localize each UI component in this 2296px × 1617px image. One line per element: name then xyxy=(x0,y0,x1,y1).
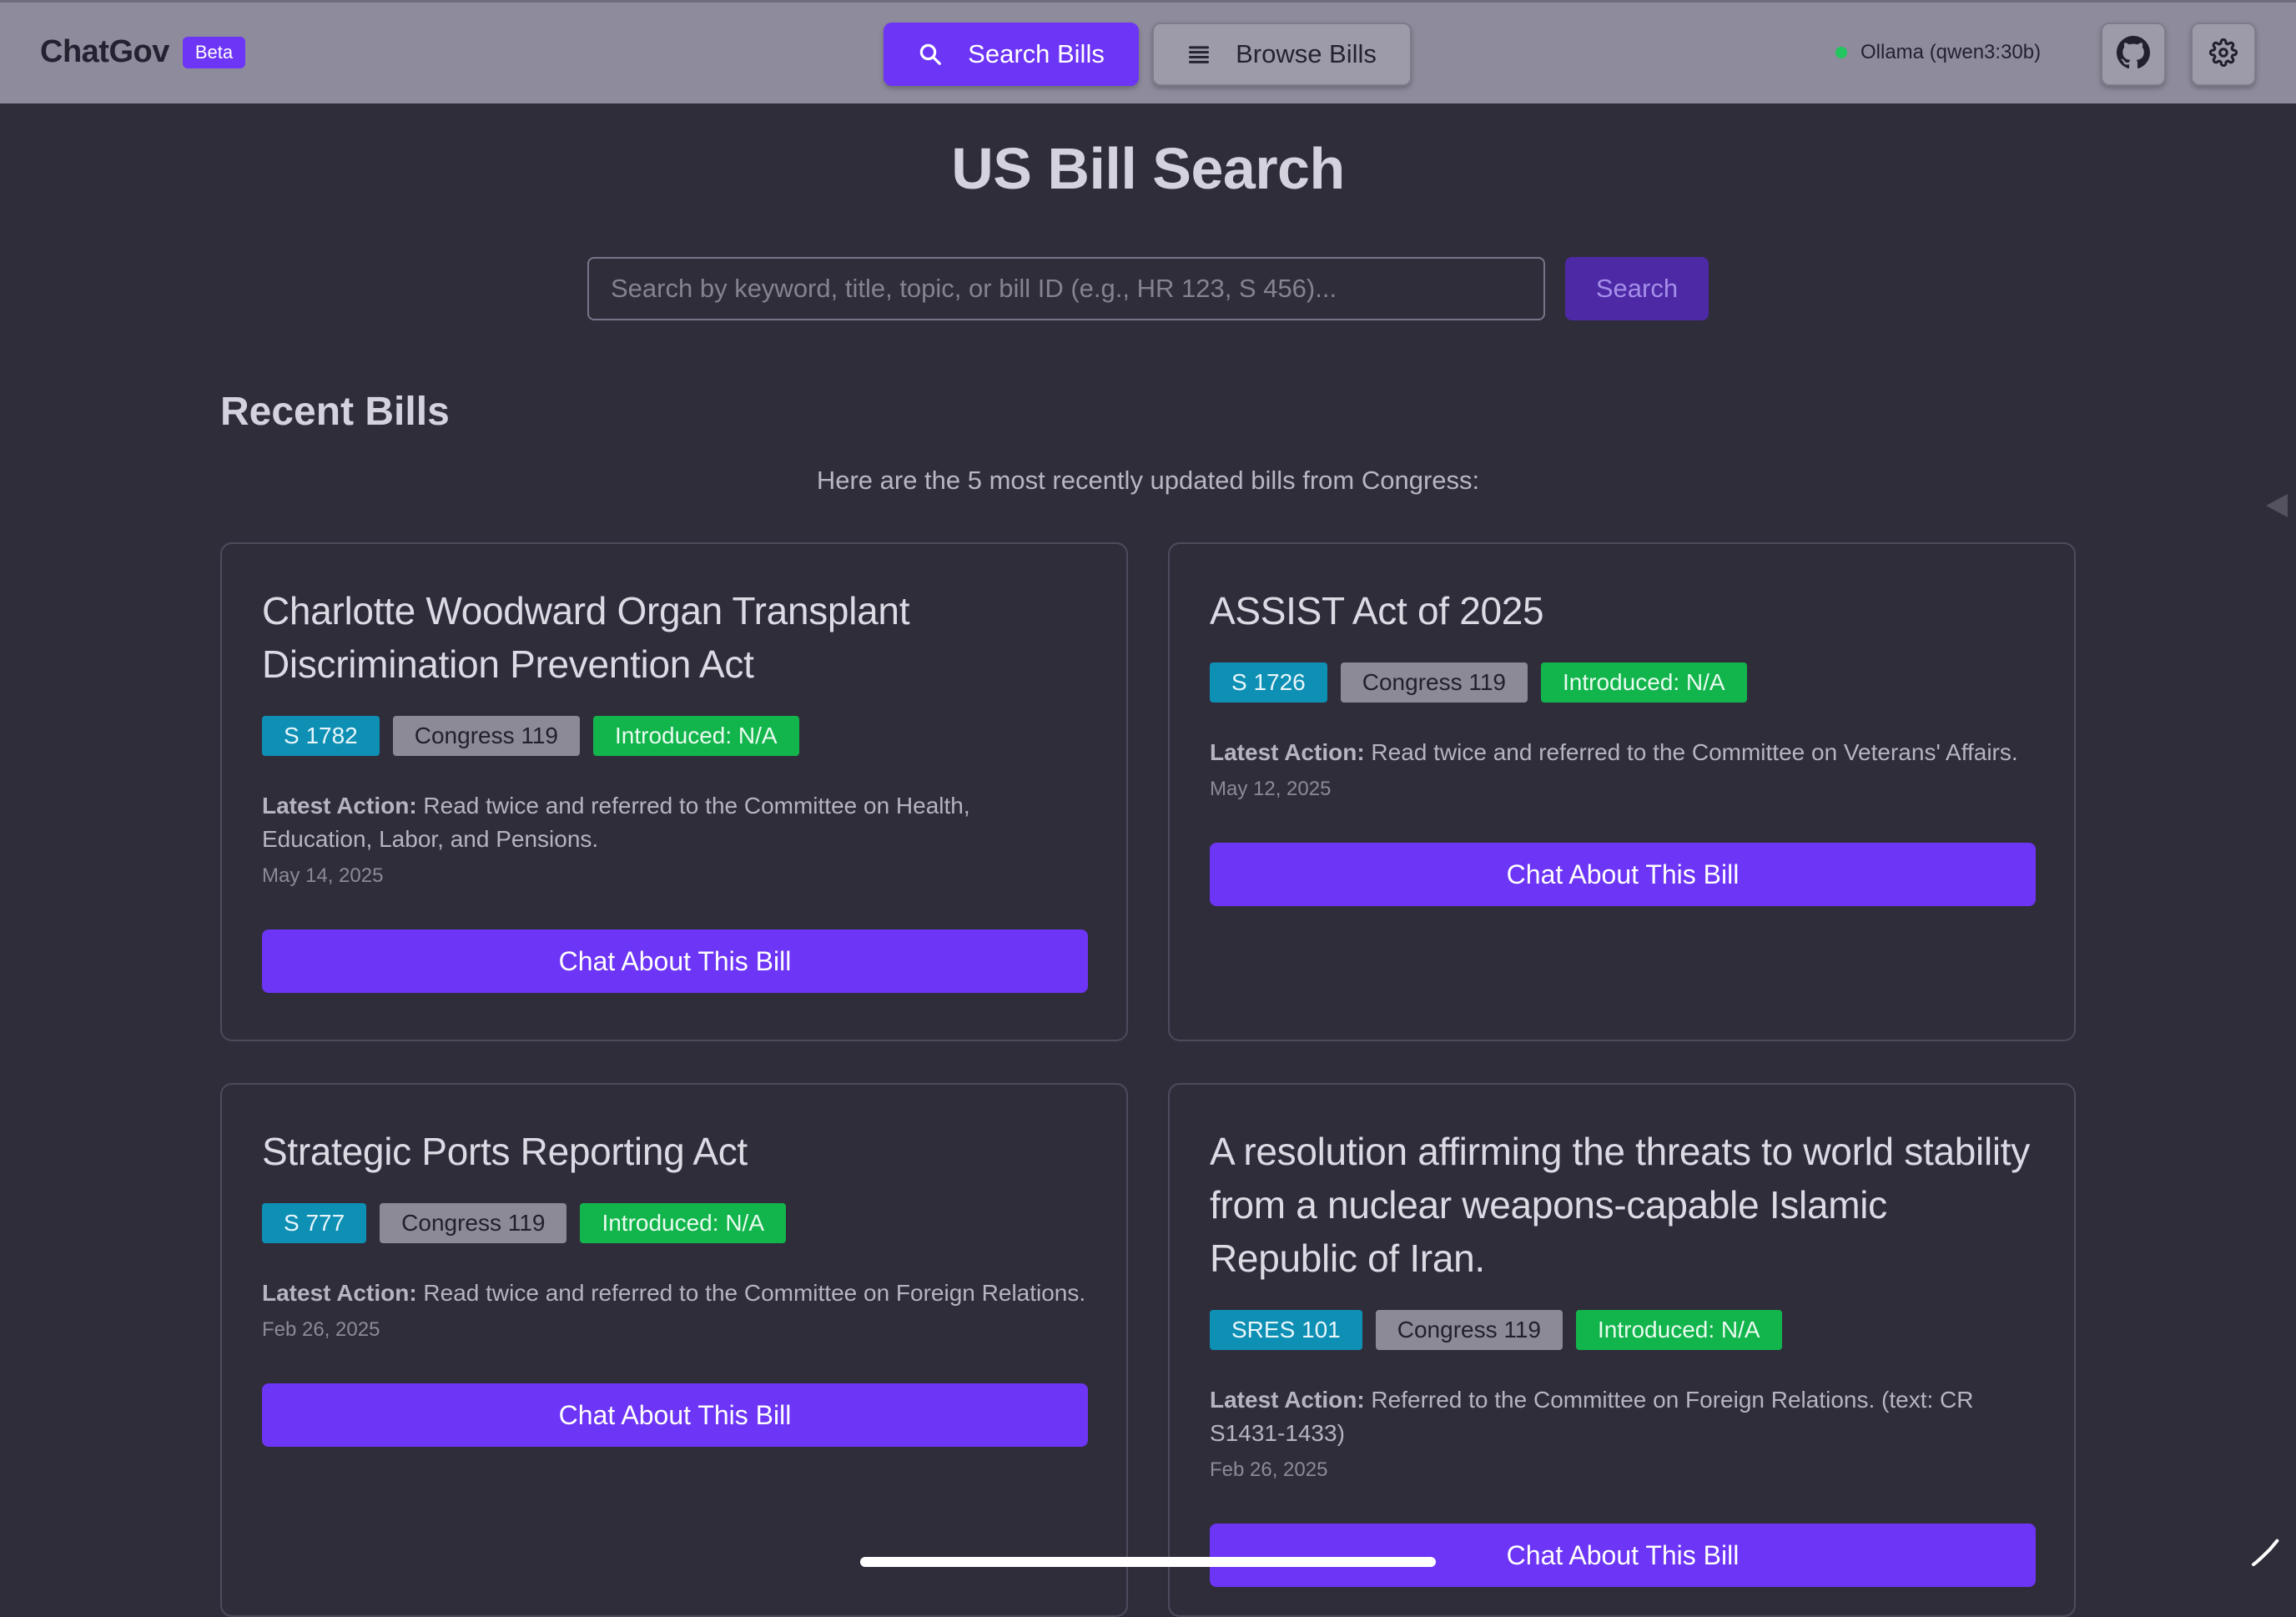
brand-name[interactable]: ChatGov xyxy=(40,34,169,70)
bill-title: Strategic Ports Reporting Act xyxy=(262,1130,748,1173)
latest-action: Latest Action: Read twice and referred t… xyxy=(262,1277,1086,1310)
bill-badges: S 1726 Congress 119 Introduced: N/A xyxy=(1210,662,2034,703)
introduced-badge: Introduced: N/A xyxy=(1541,662,1747,703)
bill-date: Feb 26, 2025 xyxy=(262,1318,380,1341)
list-icon xyxy=(1187,43,1211,65)
bill-title: A resolution affirming the threats to wo… xyxy=(1210,1130,2030,1280)
search-bills-button[interactable]: Search Bills xyxy=(884,23,1139,86)
congress-badge: Congress 119 xyxy=(1375,1310,1563,1350)
congress-badge: Congress 119 xyxy=(380,1203,567,1243)
bill-badges: S 777 Congress 119 Introduced: N/A xyxy=(262,1203,1086,1243)
latest-action-label: Latest Action: xyxy=(262,793,417,819)
bill-card: ASSIST Act of 2025 S 1726 Congress 119 I… xyxy=(1168,542,2076,1041)
bill-card: A resolution affirming the threats to wo… xyxy=(1168,1083,2076,1617)
top-bar: ChatGov Beta Search Bills Browse Bills O… xyxy=(0,0,2296,103)
bill-title: ASSIST Act of 2025 xyxy=(1210,589,1544,632)
latest-action: Latest Action: Read twice and referred t… xyxy=(262,789,1086,856)
bill-badges: SRES 101 Congress 119 Introduced: N/A xyxy=(1210,1310,2034,1350)
bill-id-badge: SRES 101 xyxy=(1210,1310,1362,1350)
sidebar-toggle-arrow-icon[interactable] xyxy=(2266,494,2288,517)
latest-action-text: Read twice and referred to the Committee… xyxy=(423,1280,1086,1306)
latest-action-label: Latest Action: xyxy=(1210,739,1365,765)
status-dot-icon xyxy=(1835,47,1847,58)
bill-card: Strategic Ports Reporting Act S 777 Cong… xyxy=(220,1083,1128,1617)
bill-id-badge: S 1726 xyxy=(1210,662,1327,703)
chat-about-bill-button[interactable]: Chat About This Bill xyxy=(1210,843,2036,906)
page-title: US Bill Search xyxy=(951,136,1345,201)
model-status: Ollama (qwen3:30b) xyxy=(1835,41,2041,64)
introduced-badge: Introduced: N/A xyxy=(593,716,799,756)
brand[interactable]: ChatGov Beta xyxy=(40,34,246,70)
pencil-icon xyxy=(2249,1535,2283,1573)
gear-icon xyxy=(2208,38,2238,71)
introduced-badge: Introduced: N/A xyxy=(580,1203,786,1243)
chat-about-bill-button[interactable]: Chat About This Bill xyxy=(1210,1524,2036,1587)
browse-bills-button[interactable]: Browse Bills xyxy=(1152,23,1412,86)
latest-action: Latest Action: Read twice and referred t… xyxy=(1210,736,2034,769)
search-submit-button[interactable]: Search xyxy=(1565,257,1709,320)
model-status-label: Ollama (qwen3:30b) xyxy=(1860,41,2042,63)
bill-id-badge: S 1782 xyxy=(262,716,380,756)
github-button[interactable] xyxy=(2101,23,2166,86)
congress-badge: Congress 119 xyxy=(1340,662,1528,703)
bill-title: Charlotte Woodward Organ Transplant Disc… xyxy=(262,589,910,686)
settings-button[interactable] xyxy=(2191,23,2256,86)
latest-action: Latest Action: Referred to the Committee… xyxy=(1210,1383,2034,1450)
bill-badges: S 1782 Congress 119 Introduced: N/A xyxy=(262,716,1086,756)
chat-about-bill-button[interactable]: Chat About This Bill xyxy=(262,1383,1088,1447)
bill-search-input[interactable] xyxy=(587,257,1545,320)
browse-bills-label: Browse Bills xyxy=(1236,39,1377,68)
chat-about-bill-button[interactable]: Chat About This Bill xyxy=(262,929,1088,993)
recent-bills-heading: Recent Bills xyxy=(220,390,450,434)
latest-action-label: Latest Action: xyxy=(262,1280,417,1306)
bill-date: Feb 26, 2025 xyxy=(1210,1458,1328,1481)
search-bills-label: Search Bills xyxy=(968,39,1105,68)
congress-badge: Congress 119 xyxy=(392,716,581,756)
beta-badge: Beta xyxy=(182,36,246,68)
home-indicator[interactable] xyxy=(860,1557,1436,1567)
bill-date: May 14, 2025 xyxy=(262,864,384,887)
search-icon xyxy=(918,42,943,67)
recent-bills-subtitle: Here are the 5 most recently updated bil… xyxy=(816,466,1480,495)
latest-action-text: Read twice and referred to the Committee… xyxy=(1371,739,2018,765)
bill-card: Charlotte Woodward Organ Transplant Disc… xyxy=(220,542,1128,1041)
introduced-badge: Introduced: N/A xyxy=(1576,1310,1782,1350)
bill-date: May 12, 2025 xyxy=(1210,778,1332,800)
github-icon xyxy=(2117,35,2150,73)
bill-id-badge: S 777 xyxy=(262,1203,367,1243)
latest-action-label: Latest Action: xyxy=(1210,1387,1365,1413)
